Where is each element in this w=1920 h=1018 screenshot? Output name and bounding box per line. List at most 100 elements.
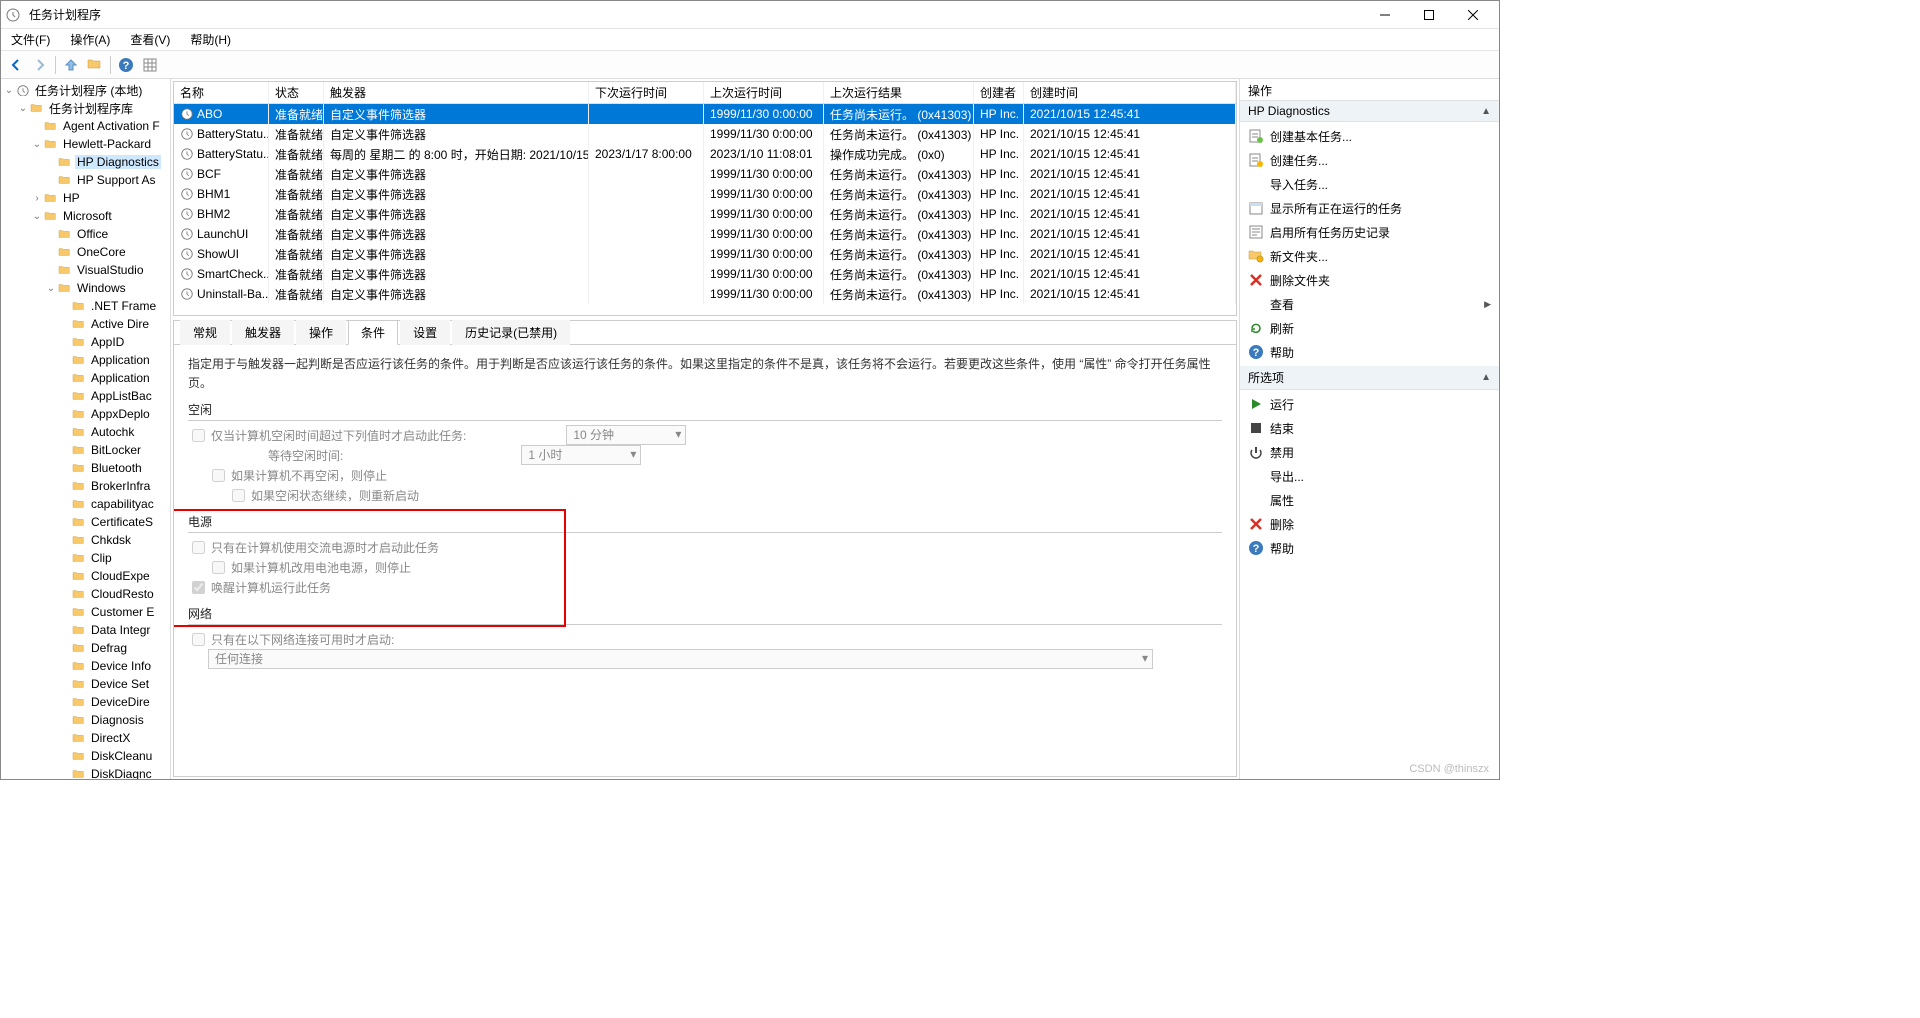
tree-node[interactable]: HP Support As: [1, 171, 170, 189]
tree-node[interactable]: ⌄任务计划程序 (本地): [1, 81, 170, 99]
tree-node[interactable]: AppxDeplo: [1, 405, 170, 423]
menu-item[interactable]: 文件(F): [7, 29, 54, 50]
detail-tab[interactable]: 操作: [296, 320, 346, 345]
task-row[interactable]: LaunchUI准备就绪自定义事件筛选器1999/11/30 0:00:00任务…: [174, 224, 1236, 244]
action-item[interactable]: 查看▶: [1240, 292, 1499, 316]
column-header[interactable]: 上次运行时间: [704, 82, 824, 103]
action-item[interactable]: 启用所有任务历史记录: [1240, 220, 1499, 244]
tree-node[interactable]: Defrag: [1, 639, 170, 657]
action-item[interactable]: 创建任务...: [1240, 148, 1499, 172]
task-row[interactable]: BatteryStatu...准备就绪每周的 星期二 的 8:00 时，开始日期…: [174, 144, 1236, 164]
tree-node[interactable]: Application: [1, 351, 170, 369]
tree-node[interactable]: HP Diagnostics: [1, 153, 170, 171]
chevron-down-icon[interactable]: ⌄: [45, 283, 57, 294]
tree-node[interactable]: Agent Activation F: [1, 117, 170, 135]
menu-item[interactable]: 操作(A): [66, 29, 114, 50]
tree-node[interactable]: ⌄Windows: [1, 279, 170, 297]
column-header[interactable]: 创建者: [974, 82, 1024, 103]
tree-node[interactable]: BitLocker: [1, 441, 170, 459]
task-row[interactable]: ABO准备就绪自定义事件筛选器1999/11/30 0:00:00任务尚未运行。…: [174, 104, 1236, 124]
chevron-down-icon[interactable]: ⌄: [31, 211, 43, 222]
detail-tab[interactable]: 常规: [180, 320, 230, 345]
tree-node[interactable]: AppID: [1, 333, 170, 351]
task-grid[interactable]: 名称状态触发器下次运行时间上次运行时间上次运行结果创建者创建时间 ABO准备就绪…: [173, 81, 1237, 316]
tree-node[interactable]: Data Integr: [1, 621, 170, 639]
minimize-button[interactable]: [1363, 2, 1407, 28]
detail-tab[interactable]: 触发器: [232, 320, 294, 345]
action-item[interactable]: 导出...: [1240, 464, 1499, 488]
task-row[interactable]: BatteryStatu...准备就绪自定义事件筛选器1999/11/30 0:…: [174, 124, 1236, 144]
tree-node[interactable]: ⌄Hewlett-Packard: [1, 135, 170, 153]
tree-node[interactable]: .NET Frame: [1, 297, 170, 315]
task-row[interactable]: BHM2准备就绪自定义事件筛选器1999/11/30 0:00:00任务尚未运行…: [174, 204, 1236, 224]
tree-node[interactable]: Bluetooth: [1, 459, 170, 477]
task-row[interactable]: Uninstall-Ba...准备就绪自定义事件筛选器1999/11/30 0:…: [174, 284, 1236, 304]
actions-group-header[interactable]: HP Diagnostics ▲: [1240, 101, 1499, 122]
action-item[interactable]: 新文件夹...: [1240, 244, 1499, 268]
tree-node[interactable]: BrokerInfra: [1, 477, 170, 495]
maximize-button[interactable]: [1407, 2, 1451, 28]
tree-node[interactable]: Office: [1, 225, 170, 243]
tree-node[interactable]: DirectX: [1, 729, 170, 747]
task-row[interactable]: ShowUI准备就绪自定义事件筛选器1999/11/30 0:00:00任务尚未…: [174, 244, 1236, 264]
menu-item[interactable]: 查看(V): [126, 29, 174, 50]
tree-node[interactable]: Application: [1, 369, 170, 387]
grid-button[interactable]: [139, 54, 161, 76]
chevron-down-icon[interactable]: ⌄: [17, 103, 29, 114]
column-header[interactable]: 名称: [174, 82, 269, 103]
column-header[interactable]: 上次运行结果: [824, 82, 974, 103]
tree-node[interactable]: VisualStudio: [1, 261, 170, 279]
tree-node[interactable]: ⌄任务计划程序库: [1, 99, 170, 117]
tree-node[interactable]: Device Set: [1, 675, 170, 693]
tree-node[interactable]: Active Dire: [1, 315, 170, 333]
column-header[interactable]: 创建时间: [1024, 82, 1236, 103]
action-item[interactable]: 帮助: [1240, 536, 1499, 560]
tree-node[interactable]: Device Info: [1, 657, 170, 675]
detail-tab[interactable]: 设置: [400, 320, 450, 345]
column-header[interactable]: 下次运行时间: [589, 82, 704, 103]
tree-node[interactable]: DiskDiagnc: [1, 765, 170, 779]
action-item[interactable]: 删除: [1240, 512, 1499, 536]
menu-item[interactable]: 帮助(H): [186, 29, 235, 50]
tree-node[interactable]: Clip: [1, 549, 170, 567]
action-item[interactable]: 属性: [1240, 488, 1499, 512]
action-item[interactable]: 创建基本任务...: [1240, 124, 1499, 148]
action-item[interactable]: 帮助: [1240, 340, 1499, 364]
tree-node[interactable]: AppListBac: [1, 387, 170, 405]
column-header[interactable]: 触发器: [324, 82, 589, 103]
task-row[interactable]: BHM1准备就绪自定义事件筛选器1999/11/30 0:00:00任务尚未运行…: [174, 184, 1236, 204]
action-item[interactable]: 导入任务...: [1240, 172, 1499, 196]
tree-node[interactable]: CloudResto: [1, 585, 170, 603]
tree-node[interactable]: Chkdsk: [1, 531, 170, 549]
up-button[interactable]: [60, 54, 82, 76]
help-button[interactable]: [115, 54, 137, 76]
chevron-down-icon[interactable]: ⌄: [3, 85, 15, 96]
action-item[interactable]: 结束: [1240, 416, 1499, 440]
actions-group-header[interactable]: 所选项 ▲: [1240, 366, 1499, 390]
tree-node[interactable]: DeviceDire: [1, 693, 170, 711]
action-item[interactable]: 显示所有正在运行的任务: [1240, 196, 1499, 220]
tree-node[interactable]: CloudExpe: [1, 567, 170, 585]
back-button[interactable]: [5, 54, 27, 76]
tree-node[interactable]: Customer E: [1, 603, 170, 621]
tree-node[interactable]: ›HP: [1, 189, 170, 207]
tree-node[interactable]: Autochk: [1, 423, 170, 441]
tree-node[interactable]: capabilityac: [1, 495, 170, 513]
tree-node[interactable]: Diagnosis: [1, 711, 170, 729]
action-item[interactable]: 运行: [1240, 392, 1499, 416]
tree-node[interactable]: OneCore: [1, 243, 170, 261]
tree-node[interactable]: DiskCleanu: [1, 747, 170, 765]
chevron-right-icon[interactable]: ›: [31, 193, 43, 204]
forward-button[interactable]: [29, 54, 51, 76]
action-item[interactable]: 删除文件夹: [1240, 268, 1499, 292]
action-item[interactable]: 刷新: [1240, 316, 1499, 340]
task-row[interactable]: SmartCheck...准备就绪自定义事件筛选器1999/11/30 0:00…: [174, 264, 1236, 284]
detail-tab[interactable]: 条件: [348, 320, 398, 345]
detail-tab[interactable]: 历史记录(已禁用): [452, 320, 570, 345]
tree-node[interactable]: ⌄Microsoft: [1, 207, 170, 225]
action-item[interactable]: 禁用: [1240, 440, 1499, 464]
column-header[interactable]: 状态: [269, 82, 324, 103]
tree-node[interactable]: CertificateS: [1, 513, 170, 531]
chevron-down-icon[interactable]: ⌄: [31, 139, 43, 150]
tree-pane[interactable]: ⌄任务计划程序 (本地)⌄任务计划程序库Agent Activation F⌄H…: [1, 79, 171, 779]
